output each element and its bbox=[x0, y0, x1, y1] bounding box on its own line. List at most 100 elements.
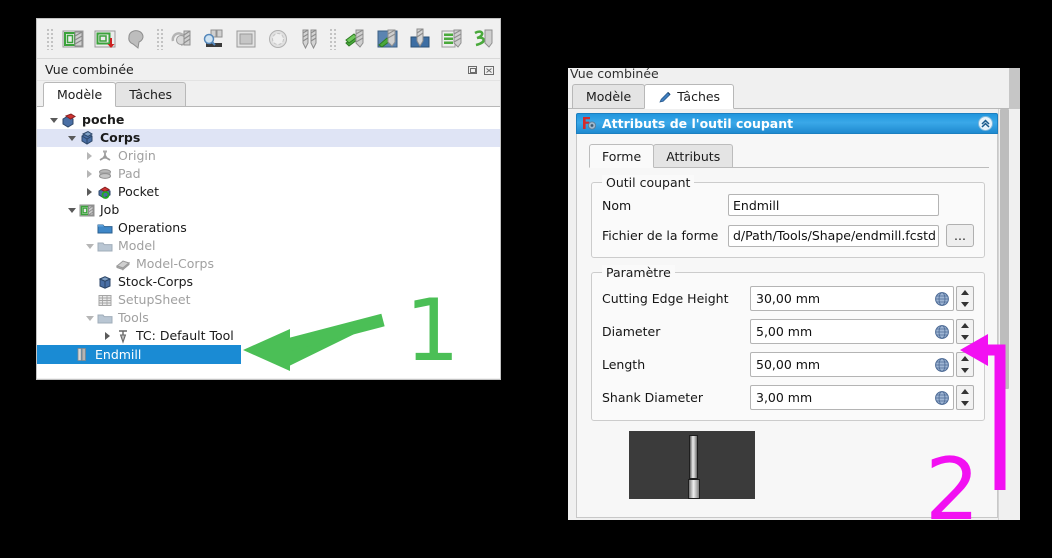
group-title: Paramètre bbox=[602, 265, 675, 280]
tree-item-label: Origin bbox=[118, 148, 156, 163]
body-icon bbox=[78, 130, 96, 146]
cutting-edge-height-stepper[interactable] bbox=[956, 286, 974, 311]
tree-item-endmill[interactable]: Endmill bbox=[37, 345, 241, 364]
tree-item-corps[interactable]: Corps bbox=[37, 129, 500, 147]
tree-item-poche[interactable]: poche bbox=[37, 111, 500, 129]
tree-item-setupsheet[interactable]: SetupSheet bbox=[37, 291, 500, 309]
tree-item-tool-controller[interactable]: TC: Default Tool bbox=[37, 327, 500, 345]
chevron-right-icon[interactable] bbox=[83, 165, 96, 183]
shank-diameter-input[interactable]: 3,00 mm bbox=[750, 385, 954, 410]
tree-item-origin[interactable]: Origin bbox=[37, 147, 500, 165]
chevron-down-icon[interactable] bbox=[83, 237, 96, 255]
tree-item-operations[interactable]: Operations bbox=[37, 219, 500, 237]
freecad-gear-icon bbox=[582, 116, 597, 131]
diameter-input[interactable]: 5,00 mm bbox=[750, 319, 954, 344]
path-slot-icon[interactable] bbox=[437, 24, 467, 54]
tree-item-model[interactable]: Model bbox=[37, 237, 500, 255]
tab-attributs[interactable]: Attributs bbox=[653, 144, 734, 167]
path-job-export-icon[interactable] bbox=[90, 24, 120, 54]
path-engrave-icon[interactable] bbox=[405, 24, 435, 54]
stepper-down-button[interactable] bbox=[957, 398, 973, 410]
shape-attributes-tabbar: Forme Attributs bbox=[589, 143, 989, 168]
cutting-edge-height-input[interactable]: 30,00 mm bbox=[750, 286, 954, 311]
expression-icon[interactable] bbox=[934, 357, 950, 373]
tab-taches-left[interactable]: Tâches bbox=[115, 82, 187, 106]
tree-item-pad[interactable]: Pad bbox=[37, 165, 500, 183]
field-label-fichier-forme: Fichier de la forme bbox=[602, 228, 719, 243]
path-toolbar bbox=[37, 19, 500, 59]
nom-input-value: Endmill bbox=[733, 197, 780, 213]
path-surface-icon[interactable] bbox=[373, 24, 403, 54]
stepper-down-button[interactable] bbox=[957, 299, 973, 311]
path-waterline-icon[interactable] bbox=[469, 24, 499, 54]
toolcontroller-icon bbox=[114, 328, 132, 344]
field-label-nom: Nom bbox=[602, 197, 632, 213]
path-inspect-icon[interactable] bbox=[122, 24, 152, 54]
task-panel-body: Attributs de l'outil coupant Forme Attri… bbox=[568, 109, 1020, 520]
shank-diameter-stepper[interactable] bbox=[956, 385, 974, 410]
tab-modele-left[interactable]: Modèle bbox=[43, 82, 117, 107]
task-group-header[interactable]: Attributs de l'outil coupant bbox=[576, 113, 998, 134]
tool-3d-preview[interactable] bbox=[629, 431, 755, 499]
stepper-down-button[interactable] bbox=[957, 365, 973, 377]
path-job-icon[interactable] bbox=[58, 24, 88, 54]
tab-label: Tâches bbox=[677, 89, 721, 104]
path-adaptive-icon[interactable] bbox=[341, 24, 371, 54]
chevron-right-icon[interactable] bbox=[83, 147, 96, 165]
path-drilling-icon[interactable] bbox=[295, 24, 325, 54]
length-input[interactable]: 50,00 mm bbox=[750, 352, 954, 377]
chevron-down-icon[interactable] bbox=[47, 111, 60, 129]
tree-item-tools[interactable]: Tools bbox=[37, 309, 500, 327]
nom-input[interactable]: Endmill bbox=[728, 194, 939, 216]
chevron-double-up-icon[interactable] bbox=[978, 116, 993, 131]
browse-shape-file-button[interactable]: ... bbox=[946, 224, 974, 247]
chevron-down-icon[interactable] bbox=[83, 309, 96, 327]
dock-title-label: Vue combinée bbox=[570, 68, 659, 81]
tree-item-model-corps[interactable]: Model-Corps bbox=[37, 255, 500, 273]
close-icon[interactable] bbox=[482, 63, 496, 77]
length-stepper[interactable] bbox=[956, 352, 974, 377]
chevron-down-icon[interactable] bbox=[65, 201, 78, 219]
tree-item-stock-corps[interactable]: Stock-Corps bbox=[37, 273, 500, 291]
float-icon[interactable] bbox=[466, 63, 480, 77]
toolbar-drag-handle[interactable] bbox=[46, 27, 54, 50]
expression-icon[interactable] bbox=[934, 324, 950, 340]
expression-icon[interactable] bbox=[934, 291, 950, 307]
stepper-up-button[interactable] bbox=[957, 386, 973, 398]
chevron-right-icon[interactable] bbox=[83, 183, 96, 201]
stepper-up-button[interactable] bbox=[957, 320, 973, 332]
combined-view-panel-right: Vue combinée Modèle Tâches Attributs de … bbox=[568, 68, 1020, 520]
path-pocket-shape-icon[interactable] bbox=[199, 24, 229, 54]
path-helix-icon[interactable] bbox=[263, 24, 293, 54]
task-panel-scrollbar[interactable] bbox=[998, 109, 1009, 520]
stepper-down-button[interactable] bbox=[957, 332, 973, 344]
cutting-edge-height-value: 30,00 mm bbox=[756, 291, 821, 306]
diameter-stepper[interactable] bbox=[956, 319, 974, 344]
chevron-right-icon[interactable] bbox=[101, 327, 114, 345]
length-value: 50,00 mm bbox=[756, 357, 821, 372]
panel-tabbar-left: Modèle Tâches bbox=[37, 81, 500, 107]
tab-modele-right[interactable]: Modèle bbox=[572, 84, 646, 108]
pad-icon bbox=[96, 166, 114, 182]
expression-icon[interactable] bbox=[934, 390, 950, 406]
document-icon bbox=[60, 112, 78, 128]
model-tree[interactable]: poche Corps Origin Pad Pocket Job Operat… bbox=[37, 107, 500, 378]
path-profile-icon[interactable] bbox=[167, 24, 197, 54]
path-face-icon[interactable] bbox=[231, 24, 261, 54]
group-parametre: Paramètre Cutting Edge Height 30,00 mm D… bbox=[591, 265, 985, 421]
tree-item-job[interactable]: Job bbox=[37, 201, 500, 219]
combined-view-panel-left: Vue combinée Modèle Tâches poche Corps O… bbox=[36, 18, 501, 380]
browse-button-label: ... bbox=[954, 228, 966, 243]
tab-label: Attributs bbox=[666, 148, 721, 164]
field-label-length: Length bbox=[602, 357, 646, 372]
tree-item-pocket[interactable]: Pocket bbox=[37, 183, 500, 201]
stepper-up-button[interactable] bbox=[957, 287, 973, 299]
stepper-up-button[interactable] bbox=[957, 353, 973, 365]
folder-dim-icon bbox=[96, 310, 114, 326]
tab-forme[interactable]: Forme bbox=[589, 144, 655, 168]
tab-taches-right[interactable]: Tâches bbox=[644, 84, 735, 109]
scrollbar-thumb[interactable] bbox=[1000, 109, 1009, 389]
panel-tabbar-right: Modèle Tâches bbox=[568, 82, 1020, 109]
shape-file-input[interactable]: d/Path/Tools/Shape/endmill.fcstd bbox=[728, 224, 939, 247]
chevron-down-icon[interactable] bbox=[65, 129, 78, 147]
